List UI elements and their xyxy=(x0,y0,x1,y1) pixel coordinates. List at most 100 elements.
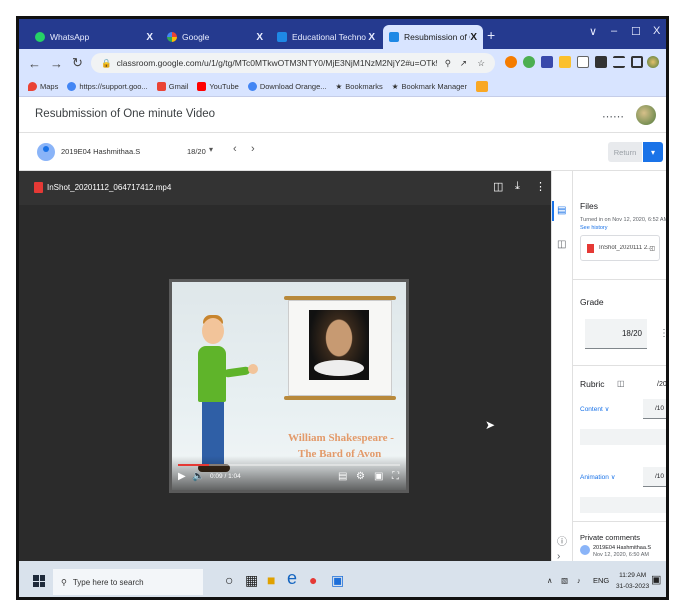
settings-gear-icon[interactable]: ⚙ xyxy=(356,471,365,482)
rubric-view-icon[interactable]: ◫ xyxy=(617,379,625,388)
edge-icon[interactable]: e xyxy=(287,568,297,589)
bookmark-support[interactable]: https://support.goo... xyxy=(67,82,148,91)
outlook-icon[interactable]: ▣ xyxy=(331,572,344,589)
cortana-icon[interactable]: ○ xyxy=(225,572,233,588)
network-icon[interactable]: ▧ xyxy=(561,576,568,585)
bookmark-manager[interactable]: ★ Bookmark Manager xyxy=(392,82,467,91)
star-icon[interactable]: ☆ xyxy=(477,58,485,69)
bookmark-youtube[interactable]: YouTube xyxy=(197,82,239,91)
extension-icon[interactable] xyxy=(523,56,535,68)
viewer-toolbar: InShot_20201112_064717412.mp4 ◫ ⤓ ⋮ xyxy=(19,171,551,205)
bookmark-download-orange[interactable]: Download Orange... xyxy=(247,82,327,91)
chevron-down-icon[interactable]: ▾ xyxy=(209,145,213,154)
more-vert-icon[interactable]: ⋮ xyxy=(535,180,546,193)
extension-icon[interactable] xyxy=(541,56,553,68)
play-icon[interactable]: ▶ xyxy=(178,471,186,482)
extension-icon[interactable] xyxy=(505,56,517,68)
tab-label: Resubmission of One minute Vid xyxy=(404,32,470,42)
criterion-animation-level[interactable] xyxy=(580,497,666,513)
bookmark-folder[interactable] xyxy=(475,81,491,92)
side-rail: ▤ ◫ ⓘ › xyxy=(551,171,573,562)
mouse-cursor-icon: ➤ xyxy=(485,418,496,432)
task-view-icon[interactable]: ▦ xyxy=(245,572,258,589)
share-icon[interactable]: ↗ xyxy=(460,58,467,69)
avatar[interactable] xyxy=(636,105,656,125)
chrome-icon[interactable]: ● xyxy=(309,572,317,588)
forward-icon[interactable]: → xyxy=(50,56,63,71)
return-dropdown-button[interactable]: ▾ xyxy=(643,142,663,162)
close-tab-icon[interactable]: X xyxy=(146,32,153,43)
character-arm xyxy=(223,366,251,378)
video-progress-bar[interactable] xyxy=(178,464,400,466)
more-vert-icon[interactable]: ⋮ xyxy=(659,328,666,339)
maximize-button[interactable]: ☐ xyxy=(631,25,641,38)
file-attachment-card[interactable]: InShot_2020111 2... ◫ xyxy=(580,235,660,261)
zoom-icon[interactable]: ⚲ xyxy=(445,58,451,69)
subtitles-icon[interactable]: ▤ xyxy=(338,471,347,482)
chevron-left-icon[interactable]: ‹ xyxy=(233,143,237,155)
files-panel-icon[interactable]: ▤ xyxy=(557,205,566,216)
criterion-animation-dropdown[interactable]: Animation ∨ xyxy=(580,473,615,481)
new-tab-button[interactable]: + xyxy=(487,27,495,43)
volume-icon[interactable]: 🔈 xyxy=(192,471,204,482)
video-player[interactable]: William Shakespeare - The Bard of Avon ▶… xyxy=(169,279,409,493)
tab-search-icon[interactable]: ∨ xyxy=(589,25,597,38)
volume-icon[interactable]: ♪ xyxy=(577,576,581,585)
criterion-content-level[interactable] xyxy=(580,429,666,445)
close-tab-icon[interactable]: X xyxy=(470,32,477,43)
star-icon: ★ xyxy=(335,82,343,91)
divider xyxy=(573,365,666,366)
minimize-button[interactable]: – xyxy=(611,25,617,37)
classroom-icon xyxy=(277,32,287,42)
student-name[interactable]: 2019E04 Hashmithaa.S xyxy=(61,147,140,156)
reading-list-icon[interactable] xyxy=(613,56,625,68)
criterion-animation-score[interactable]: /10 xyxy=(643,467,666,487)
windows-start-icon[interactable] xyxy=(33,575,45,587)
file-explorer-icon[interactable]: ■ xyxy=(267,572,275,588)
return-button[interactable]: Return xyxy=(608,142,642,162)
extension-icon[interactable] xyxy=(559,56,571,68)
bookmark-maps[interactable]: Maps xyxy=(28,82,58,91)
student-count: 18/20 xyxy=(187,147,206,156)
side-panel-icon[interactable] xyxy=(631,56,643,68)
puzzle-icon[interactable] xyxy=(595,56,607,68)
tab-whatsapp[interactable]: WhatsApp X xyxy=(29,25,159,49)
private-comments-heading: Private comments xyxy=(580,533,641,542)
language-indicator[interactable]: ENG xyxy=(593,576,609,585)
open-in-new-icon[interactable]: ◫ xyxy=(493,180,503,193)
chevron-right-icon[interactable]: › xyxy=(251,143,255,155)
taskbar-search-box[interactable]: ⚲ Type here to search xyxy=(53,569,203,595)
grade-input[interactable]: 18/20 xyxy=(585,319,647,349)
taskbar-clock[interactable]: 11:29 AM 31-03-2023 xyxy=(616,570,649,592)
notifications-icon[interactable]: ▣ xyxy=(651,573,661,586)
see-history-link[interactable]: See history xyxy=(580,225,608,231)
close-tab-icon[interactable]: X xyxy=(368,32,375,43)
profile-avatar-icon[interactable] xyxy=(647,56,659,68)
bookmark-gmail[interactable]: Gmail xyxy=(156,82,189,91)
open-in-new-icon[interactable]: ◫ xyxy=(649,245,655,252)
criterion-content-score[interactable]: /10 xyxy=(643,399,666,419)
reload-icon[interactable]: ↻ xyxy=(72,55,83,71)
apps-grid-icon[interactable]: ⋯⋯ xyxy=(602,110,624,123)
bookmark-label: Gmail xyxy=(168,82,189,91)
download-icon[interactable]: ⤓ xyxy=(515,180,520,193)
bookmark-label: Bookmark Manager xyxy=(401,82,467,91)
bookmark-bookmarks[interactable]: ★ Bookmarks xyxy=(336,82,383,91)
back-icon[interactable]: ← xyxy=(28,56,41,71)
miniplayer-icon[interactable]: ▣ xyxy=(374,471,383,482)
help-icon[interactable]: ⓘ xyxy=(557,533,567,548)
tab-google[interactable]: Google X xyxy=(161,25,269,49)
extension-icon[interactable] xyxy=(577,56,589,68)
close-window-button[interactable]: X xyxy=(653,25,660,37)
tab-educational-technology[interactable]: Educational Technology ETE - 20 X xyxy=(271,25,381,49)
character-shirt xyxy=(198,346,226,402)
criterion-content-dropdown[interactable]: Content ∨ xyxy=(580,405,609,413)
tab-resubmission[interactable]: Resubmission of One minute Vid X xyxy=(383,25,483,49)
comment-panel-icon[interactable]: ◫ xyxy=(557,239,566,250)
tray-chevron-icon[interactable]: ∧ xyxy=(547,576,553,585)
close-tab-icon[interactable]: X xyxy=(256,32,263,43)
google-icon xyxy=(67,82,77,91)
google-icon xyxy=(167,32,177,42)
fullscreen-icon[interactable]: ⛶ xyxy=(392,471,399,482)
omnibox[interactable]: 🔒 classroom.google.com/u/1/g/tg/MTc0MTkw… xyxy=(91,53,495,73)
